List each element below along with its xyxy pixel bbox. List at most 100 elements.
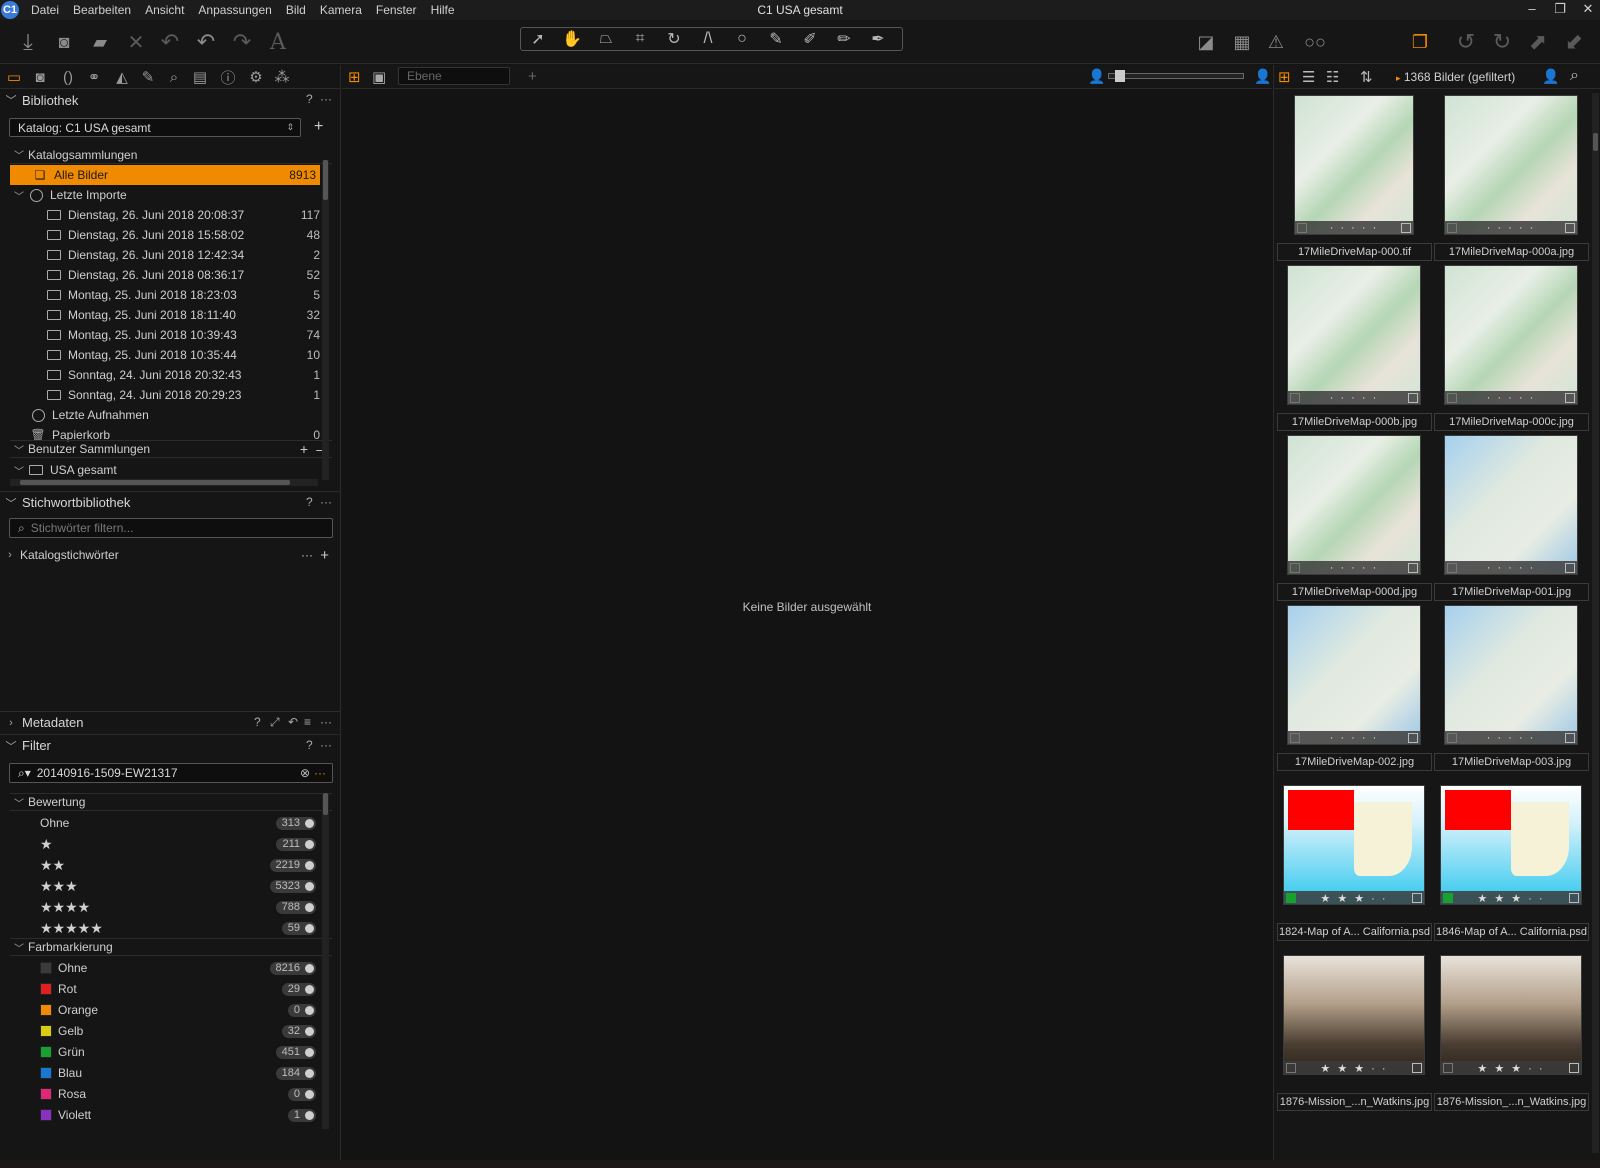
user-collections-header[interactable]: ﹀ Benutzer Sammlungen + –: [10, 440, 332, 458]
rating-filter-row[interactable]: ★★★★★ 59: [20, 918, 320, 938]
color-count-toggle[interactable]: 8216: [269, 961, 316, 975]
spot-icon[interactable]: ○: [725, 28, 759, 50]
rating-count-toggle[interactable]: 5323: [269, 879, 316, 893]
lens-tab-icon[interactable]: (): [58, 67, 78, 87]
select-cursor-icon[interactable]: ➚: [521, 28, 555, 50]
library-tab-icon[interactable]: ▭: [4, 67, 24, 87]
collapse-chevron-icon[interactable]: ﹀: [0, 738, 22, 754]
color-tag-icon[interactable]: [1290, 733, 1300, 743]
collapse-chevron-icon[interactable]: ﹀: [10, 463, 28, 478]
library-scrollbar[interactable]: [322, 160, 329, 480]
reset-icon[interactable]: ↺: [1452, 28, 1480, 56]
filmstrip-view-icon[interactable]: ☷: [1326, 68, 1339, 86]
single-view-icon[interactable]: ▣: [372, 68, 386, 86]
color-tag-icon[interactable]: [1286, 1063, 1296, 1073]
catalog-select[interactable]: Katalog: C1 USA gesamt ⇕: [9, 118, 301, 137]
redo-icon[interactable]: ↷: [228, 28, 256, 56]
star-rating-icon[interactable]: · · · · ·: [1330, 222, 1379, 234]
recent-captures-item[interactable]: Letzte Aufnahmen: [10, 405, 320, 425]
exposure-warning-icon[interactable]: ◪: [1192, 28, 1220, 56]
delete-icon[interactable]: ✕: [122, 28, 150, 56]
thumbnail-image-box[interactable]: ★ ★ ★ · ·: [1434, 943, 1589, 1093]
color-tag-icon[interactable]: [1447, 733, 1457, 743]
apply-icon[interactable]: ↻: [1488, 28, 1516, 56]
add-layer-icon[interactable]: +: [528, 68, 537, 85]
rating-filter-row[interactable]: ★★★★ 788: [20, 897, 320, 917]
gradient-icon[interactable]: ✐: [793, 28, 827, 50]
rating-filter-row[interactable]: ★★ 2219: [20, 855, 320, 875]
import-item[interactable]: Montag, 25. Juni 2018 10:39:43 74: [10, 325, 320, 345]
import-item[interactable]: Dienstag, 26. Juni 2018 08:36:17 52: [10, 265, 320, 285]
more-icon[interactable]: ···: [320, 738, 332, 752]
zoom-slider[interactable]: [1108, 70, 1244, 82]
menu-kamera[interactable]: Kamera: [320, 3, 362, 17]
color-tag-icon[interactable]: [1447, 393, 1457, 403]
more-icon[interactable]: ···: [320, 495, 332, 509]
color-group-header[interactable]: ﹀ Farbmarkierung: [10, 938, 332, 956]
thumbnail-cell[interactable]: · · · · · 17MileDriveMap-000.tif: [1277, 93, 1432, 261]
thumbnail-image-box[interactable]: · · · · ·: [1277, 433, 1432, 583]
star-rating-icon[interactable]: · · · · ·: [1487, 222, 1536, 234]
import-item[interactable]: Montag, 25. Juni 2018 18:11:40 32: [10, 305, 320, 325]
more-options-icon[interactable]: ···: [314, 766, 326, 780]
import-item[interactable]: Montag, 25. Juni 2018 10:35:44 10: [10, 345, 320, 365]
zoom-slider-handle[interactable]: [1115, 70, 1125, 82]
import-item[interactable]: Dienstag, 26. Juni 2018 15:58:02 48: [10, 225, 320, 245]
thumbnail-cell[interactable]: · · · · · 17MileDriveMap-000d.jpg: [1277, 433, 1432, 601]
rating-count-toggle[interactable]: 313: [275, 816, 316, 830]
keyword-filter-input[interactable]: ⌕ Stichwörter filtern...: [9, 518, 333, 538]
color-tag-icon[interactable]: [1297, 223, 1307, 233]
menu-datei[interactable]: Datei: [31, 3, 59, 17]
star-rating-icon[interactable]: · · · · ·: [1487, 562, 1536, 574]
more-icon[interactable]: ···: [301, 548, 313, 562]
thumbnail-cell[interactable]: ★ ★ ★ · · 1876-Mission_...n_Watkins.jpg: [1434, 943, 1589, 1111]
expand-chevron-icon[interactable]: ›: [0, 717, 22, 729]
import-item[interactable]: Sonntag, 24. Juni 2018 20:29:23 1: [10, 385, 320, 405]
rotate-icon[interactable]: ↻: [657, 28, 691, 50]
maximize-icon[interactable]: ❐: [1546, 0, 1574, 20]
thumbnail-cell[interactable]: · · · · · 17MileDriveMap-003.jpg: [1434, 603, 1589, 771]
add-keyword-icon[interactable]: +: [320, 547, 329, 564]
collapse-chevron-icon[interactable]: ﹀: [10, 147, 28, 162]
thumbnail-cell[interactable]: ★ ★ ★ · · 1846-Map of A... California.psd: [1434, 773, 1589, 941]
star-rating-icon[interactable]: · · · · ·: [1330, 392, 1379, 404]
color-count-toggle[interactable]: 184: [275, 1066, 316, 1080]
rating-count-toggle[interactable]: 59: [281, 921, 316, 935]
catalog-collections-header[interactable]: ﹀ Katalogsammlungen: [10, 146, 332, 164]
color-count-toggle[interactable]: 0: [287, 1003, 316, 1017]
star-rating-icon[interactable]: · · · · ·: [1487, 732, 1536, 744]
clear-search-icon[interactable]: ⊗: [300, 766, 310, 780]
collapse-chevron-icon[interactable]: ﹀: [0, 495, 22, 511]
color-filter-row[interactable]: Orange 0: [20, 1000, 320, 1020]
import-item[interactable]: Sonntag, 24. Juni 2018 20:32:43 1: [10, 365, 320, 385]
menu-bearbeiten[interactable]: Bearbeiten: [73, 3, 131, 17]
thumbnail-image-box[interactable]: · · · · ·: [1277, 603, 1432, 753]
pick-icon[interactable]: ✒: [861, 28, 895, 50]
thumbnail-image-box[interactable]: · · · · ·: [1277, 93, 1432, 243]
color-tab-icon[interactable]: ⚭: [84, 67, 104, 87]
help-icon[interactable]: ?: [306, 92, 313, 106]
color-tag-icon[interactable]: [1290, 393, 1300, 403]
eraser-icon[interactable]: ✏: [827, 28, 861, 50]
capture-tab-icon[interactable]: ◙: [30, 67, 50, 87]
color-count-toggle[interactable]: 29: [281, 982, 316, 996]
color-filter-row[interactable]: Gelb 32: [20, 1021, 320, 1041]
catalog-keywords-item[interactable]: › Katalogstichwörter ··· +: [0, 545, 335, 565]
color-tag-icon[interactable]: [1290, 563, 1300, 573]
filter-scrollbar[interactable]: [322, 793, 329, 1129]
brush-icon[interactable]: ✎: [759, 28, 793, 50]
thumbnail-image-box[interactable]: · · · · ·: [1434, 263, 1589, 413]
color-count-toggle[interactable]: 451: [275, 1045, 316, 1059]
collapse-chevron-icon[interactable]: ﹀: [10, 442, 28, 457]
multi-view-icon[interactable]: ⊞: [348, 68, 361, 86]
thumbnail-image-box[interactable]: ★ ★ ★ · ·: [1434, 773, 1589, 923]
add-collection-icon[interactable]: +: [300, 441, 308, 457]
rating-group-header[interactable]: ﹀ Bewertung: [10, 793, 332, 811]
menu-hilfe[interactable]: Hilfe: [431, 3, 455, 17]
search-icon[interactable]: ⌕: [1570, 67, 1579, 85]
star-rating-icon[interactable]: ★ ★ ★ · ·: [1477, 892, 1544, 905]
adjustments-tab-icon[interactable]: ▤: [190, 67, 210, 87]
color-tag-icon[interactable]: [1447, 563, 1457, 573]
list-view-icon[interactable]: ☰: [1302, 68, 1315, 86]
minimize-icon[interactable]: –: [1518, 0, 1546, 20]
